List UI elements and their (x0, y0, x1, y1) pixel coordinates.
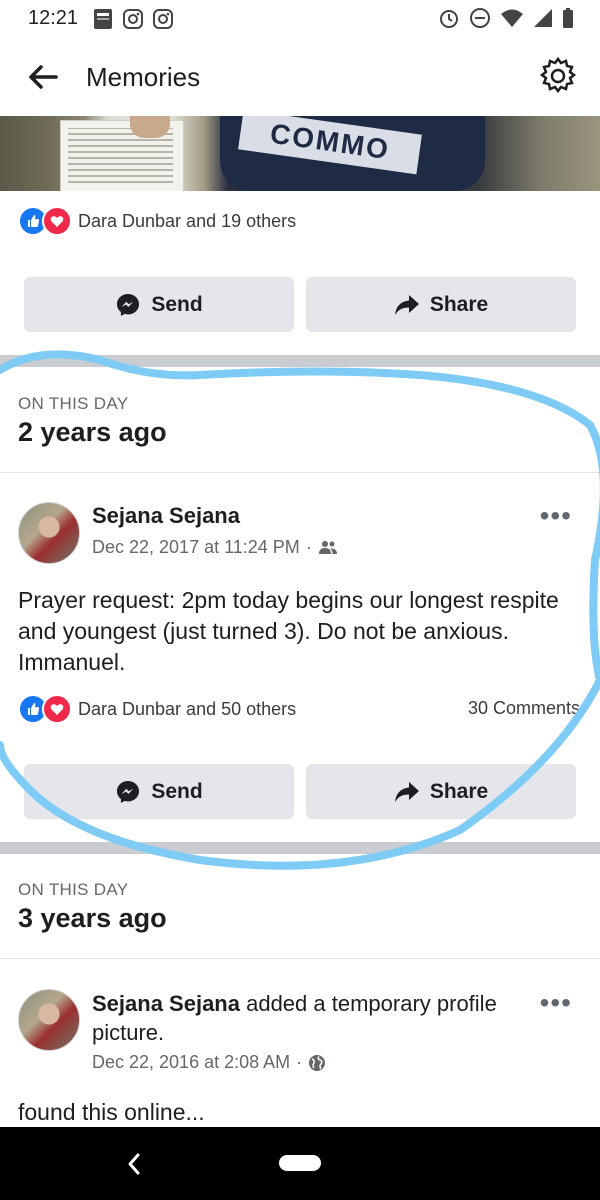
section-divider (0, 842, 600, 854)
home-pill[interactable] (279, 1155, 321, 1171)
instagram-icon (153, 9, 173, 29)
system-nav-bar (0, 1127, 600, 1200)
post-meta: Dec 22, 2017 at 11:24 PM · (92, 537, 338, 558)
reactions-summary[interactable]: Dara Dunbar and 50 others (18, 694, 296, 724)
send-label: Send (151, 292, 203, 316)
share-button[interactable]: Share (306, 764, 576, 819)
send-button[interactable]: Send (24, 764, 294, 819)
wifi-icon (501, 9, 523, 27)
globe-icon (309, 1054, 326, 1071)
signal-icon (534, 9, 552, 27)
bible-app-icon (94, 9, 112, 29)
back-arrow-icon[interactable] (26, 60, 60, 94)
app-header: Memories (0, 40, 600, 117)
battery-icon (563, 8, 573, 28)
reactions-summary[interactable]: Dara Dunbar and 19 others (18, 206, 296, 236)
share-arrow-icon (394, 781, 419, 802)
share-label: Share (429, 292, 489, 316)
post-timestamp[interactable]: Dec 22, 2017 at 11:24 PM (92, 537, 300, 558)
messenger-icon (117, 293, 140, 316)
reactions-text: Dara Dunbar and 50 others (78, 698, 297, 719)
years-ago-title: 2 years ago (18, 417, 167, 447)
friends-icon (318, 540, 337, 554)
author-name[interactable]: Sejana Sejana (92, 503, 240, 528)
avatar[interactable] (18, 502, 80, 564)
status-time: 12:21 (28, 7, 79, 29)
gear-icon[interactable] (538, 56, 578, 96)
on-this-day-label: ON THIS DAY (18, 394, 129, 413)
messenger-icon (117, 780, 140, 803)
share-label: Share (429, 779, 489, 803)
post-meta: Dec 22, 2016 at 2:08 AM · (92, 1052, 326, 1073)
status-bar: 12:21 (0, 0, 600, 40)
author-name[interactable]: Sejana Sejana (92, 991, 240, 1016)
comments-count[interactable]: 30 Comments (468, 698, 580, 719)
page-title: Memories (86, 62, 201, 92)
avatar[interactable] (18, 989, 80, 1051)
love-icon (42, 694, 72, 724)
reactions-text: Dara Dunbar and 19 others (78, 210, 297, 231)
on-this-day-label: ON THIS DAY (18, 880, 129, 899)
post-text: found this online... (18, 1099, 205, 1125)
instagram-icon (123, 9, 143, 29)
share-button[interactable]: Share (306, 277, 576, 332)
more-options-icon[interactable]: ••• (540, 500, 572, 532)
memory-photo[interactable]: COMMO (0, 116, 600, 191)
years-ago-title: 3 years ago (18, 903, 167, 933)
love-icon (42, 206, 72, 236)
nav-back-icon[interactable] (124, 1151, 144, 1177)
send-button[interactable]: Send (24, 277, 294, 332)
alarm-icon (440, 10, 458, 28)
more-options-icon[interactable]: ••• (540, 987, 572, 1019)
post-timestamp[interactable]: Dec 22, 2016 at 2:08 AM (92, 1052, 290, 1073)
section-divider (0, 355, 600, 367)
post-text: Prayer request: 2pm today begins our lon… (18, 587, 559, 675)
share-arrow-icon (394, 294, 419, 315)
send-label: Send (151, 779, 203, 803)
do-not-disturb-icon (470, 8, 490, 28)
